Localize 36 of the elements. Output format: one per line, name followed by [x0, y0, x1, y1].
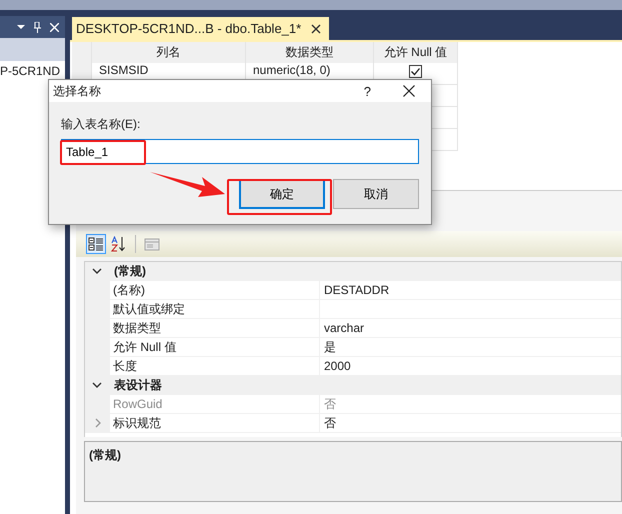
- dialog-title: 选择名称: [53, 82, 101, 100]
- property-name[interactable]: 数据类型: [110, 319, 320, 337]
- property-value: 是: [324, 340, 336, 354]
- close-icon[interactable]: [403, 85, 415, 97]
- column-header: 列名: [92, 42, 246, 63]
- categorized-button[interactable]: [86, 234, 106, 254]
- category-title: (常规): [114, 262, 146, 280]
- tree-item[interactable]: P-5CR1ND: [0, 64, 60, 78]
- property-value: 2000: [324, 359, 351, 373]
- property-value: 否: [324, 396, 336, 410]
- property-value: varchar: [324, 321, 364, 335]
- pin-icon[interactable]: [33, 22, 42, 32]
- property-name[interactable]: 长度: [110, 357, 320, 375]
- collapse-icon[interactable]: [92, 382, 102, 388]
- panel-toolbar: [0, 38, 65, 61]
- property-name[interactable]: 允许 Null 值: [110, 338, 320, 356]
- field-label: 输入表名称(E):: [61, 116, 142, 133]
- dropdown-icon[interactable]: [17, 24, 25, 30]
- property-value: DESTADDR: [324, 283, 390, 297]
- document-tab[interactable]: DESKTOP-5CR1ND...B - dbo.Table_1*: [72, 17, 330, 40]
- category-title: 表设计器: [114, 376, 162, 394]
- name-input-field[interactable]: Table_1: [61, 139, 419, 164]
- property-name[interactable]: 标识规范: [110, 414, 320, 432]
- property-value: 否: [324, 416, 336, 430]
- cancel-button[interactable]: 取消: [333, 179, 419, 209]
- description-title: (常规): [89, 448, 121, 462]
- collapse-icon[interactable]: [92, 268, 102, 274]
- arrow-icon: [150, 171, 226, 199]
- column-header: 数据类型: [246, 42, 374, 63]
- checkbox[interactable]: [409, 65, 422, 78]
- property-name[interactable]: (名称): [110, 281, 320, 299]
- close-icon[interactable]: [311, 24, 322, 34]
- help-button[interactable]: ?: [364, 84, 371, 98]
- property-name[interactable]: 默认值或绑定: [110, 300, 320, 318]
- column-header: 允许 Null 值: [374, 42, 458, 63]
- ok-button[interactable]: 确定: [239, 179, 325, 209]
